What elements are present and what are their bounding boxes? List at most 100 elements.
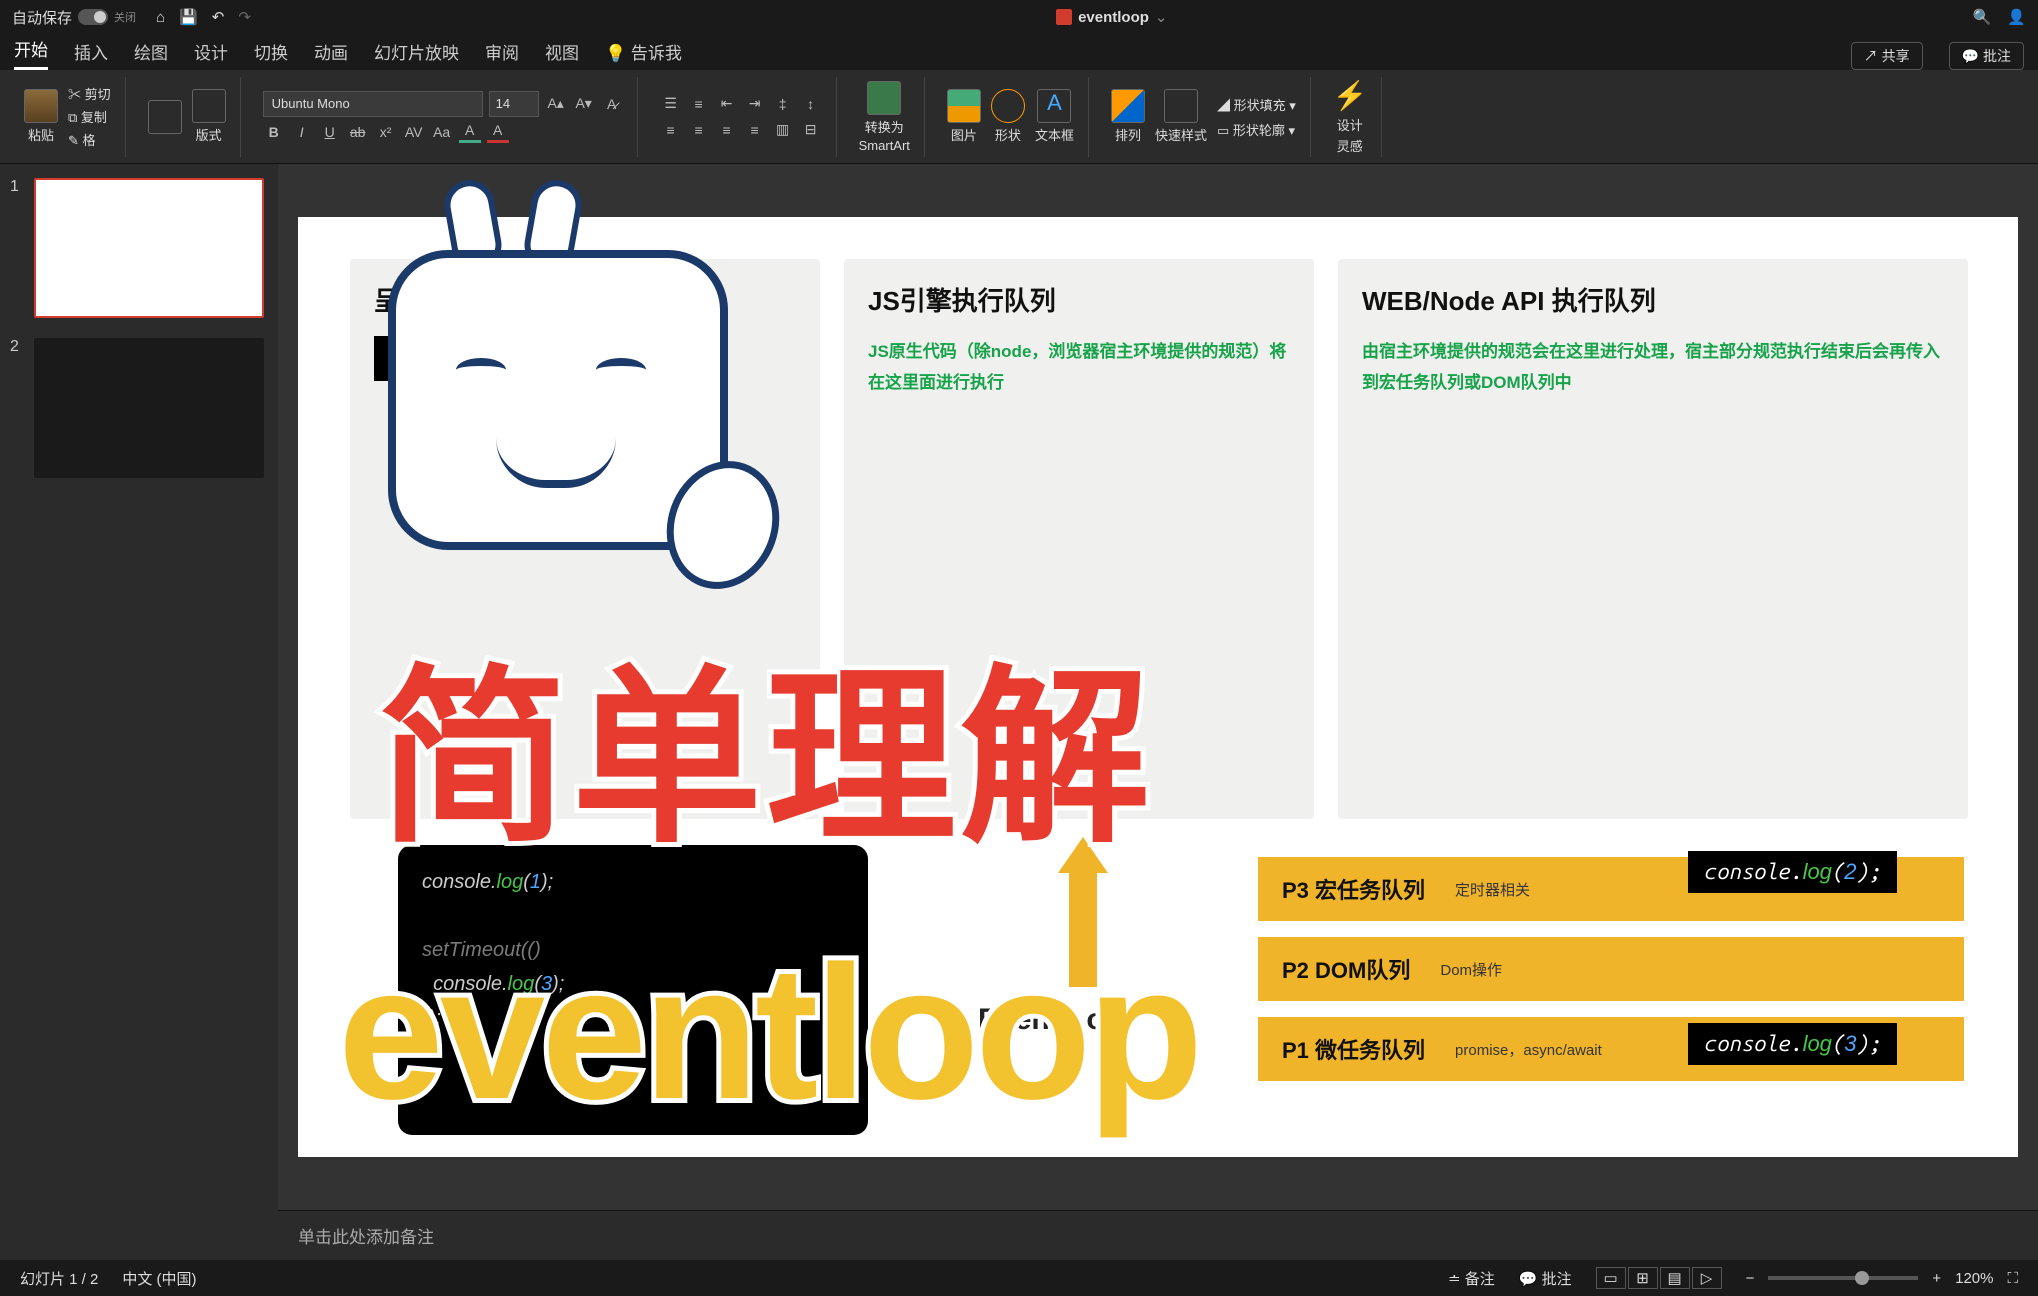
undo-icon[interactable]: ↶ — [212, 8, 225, 26]
subscript-button[interactable]: x² — [375, 121, 397, 143]
save-icon[interactable]: 💾 — [179, 8, 198, 26]
tab-animation[interactable]: 动画 — [314, 39, 348, 70]
notes-pane[interactable]: 单击此处添加备注 — [278, 1210, 2038, 1260]
format-painter-button[interactable]: ✎ 格 — [68, 130, 111, 149]
queue-micro-label: P1 微任务队列 — [1282, 1033, 1425, 1065]
queue-micro-hint: promise，async/await — [1455, 1039, 1602, 1060]
underline-button[interactable]: U — [319, 121, 341, 143]
bullets-button[interactable]: ☰ — [660, 93, 682, 115]
columns-button[interactable]: ▥ — [772, 119, 794, 141]
layout-button[interactable]: 版式 — [192, 89, 226, 144]
tab-transition[interactable]: 切换 — [254, 39, 288, 70]
slide-thumbnails-panel: 1 2 — [0, 164, 278, 1260]
tab-tellme[interactable]: 💡 告诉我 — [605, 39, 682, 70]
font-size-select[interactable]: 14 — [489, 91, 539, 117]
panel-js-text: JS原生代码（除node，浏览器宿主环境提供的规范）将在这里面进行执行 — [868, 336, 1290, 399]
view-reading-icon[interactable]: ▤ — [1660, 1267, 1690, 1289]
search-icon[interactable]: 🔍 — [1973, 8, 1992, 26]
notes-toggle[interactable]: ≐ 备注 — [1448, 1268, 1495, 1289]
clipboard-icon — [24, 89, 58, 123]
tab-slideshow[interactable]: 幻灯片放映 — [374, 39, 459, 70]
justify-button[interactable]: ≡ — [744, 119, 766, 141]
account-icon[interactable]: 👤 — [2007, 8, 2026, 26]
queue-dom[interactable]: P2 DOM队列 Dom操作 — [1258, 937, 1964, 1001]
tab-review[interactable]: 审阅 — [485, 39, 519, 70]
shape-fill-button[interactable]: ◢ 形状填充 ▾ — [1217, 95, 1296, 114]
shapes-button[interactable]: 形状 — [991, 89, 1025, 144]
indent-right-button[interactable]: ⇥ — [744, 93, 766, 115]
paste-button[interactable]: 粘贴 — [24, 89, 58, 144]
language-indicator[interactable]: 中文 (中国) — [122, 1268, 196, 1289]
zoom-out-button[interactable]: − — [1746, 1270, 1755, 1287]
align-left-button[interactable]: ≡ — [660, 119, 682, 141]
picture-button[interactable]: 图片 — [947, 89, 981, 144]
view-sorter-icon[interactable]: ⊞ — [1628, 1267, 1658, 1289]
toggle-icon — [78, 9, 108, 25]
document-icon — [1056, 9, 1072, 25]
italic-button[interactable]: I — [291, 121, 313, 143]
align-right-button[interactable]: ≡ — [716, 119, 738, 141]
queue-dom-hint: Dom操作 — [1440, 959, 1502, 980]
zoom-level[interactable]: 120% — [1955, 1270, 1993, 1287]
chevron-down-icon[interactable]: ⌄ — [1155, 8, 1168, 26]
share-button[interactable]: ↗ 共享 — [1851, 42, 1923, 70]
font-color-button[interactable]: A — [487, 121, 509, 143]
document-title: eventloop — [1078, 9, 1149, 26]
design-ideas-button[interactable]: ⚡设计灵感 — [1333, 79, 1367, 155]
home-icon[interactable]: ⌂ — [156, 9, 165, 26]
clear-format-icon[interactable]: A̷ — [601, 93, 623, 115]
quick-styles-button[interactable]: 快速样式 — [1155, 89, 1207, 144]
slide-thumbnail-1[interactable] — [34, 178, 264, 318]
autosave-toggle[interactable]: 自动保存 关闭 — [12, 7, 136, 28]
smartart-button[interactable]: 转换为SmartArt — [859, 81, 910, 153]
decrease-font-icon[interactable]: A▾ — [573, 93, 595, 115]
text-direction-button[interactable]: ↕ — [800, 93, 822, 115]
panel-web-text: 由宿主环境提供的规范会在这里进行处理，宿主部分规范执行结束后会再传入到宏任务队列… — [1362, 336, 1944, 399]
tab-insert[interactable]: 插入 — [74, 39, 108, 70]
indent-left-button[interactable]: ⇤ — [716, 93, 738, 115]
char-spacing-button[interactable]: AV — [403, 121, 425, 143]
thumb-number-2: 2 — [10, 338, 26, 478]
cut-button[interactable]: ✂ 剪切 — [68, 84, 111, 103]
textbox-button[interactable]: A文本框 — [1035, 89, 1074, 144]
status-bar: 幻灯片 1 / 2 中文 (中国) ≐ 备注 💬 批注 ▭ ⊞ ▤ ▷ − + … — [0, 1260, 2038, 1296]
fit-window-icon[interactable]: ⛶ — [2007, 1270, 2018, 1287]
arrange-button[interactable]: 排列 — [1111, 89, 1145, 144]
queue-dom-label: P2 DOM队列 — [1282, 953, 1410, 985]
zoom-in-button[interactable]: + — [1932, 1270, 1941, 1287]
comments-button[interactable]: 💬 批注 — [1949, 42, 2024, 70]
bold-button[interactable]: B — [263, 121, 285, 143]
redo-icon[interactable]: ↷ — [238, 8, 251, 26]
view-slideshow-icon[interactable]: ▷ — [1692, 1267, 1722, 1289]
align-center-button[interactable]: ≡ — [688, 119, 710, 141]
panel-web-api[interactable]: WEB/Node API 执行队列 由宿主环境提供的规范会在这里进行处理，宿主部… — [1338, 259, 1968, 819]
shape-outline-button[interactable]: ▭ 形状轮廓 ▾ — [1217, 120, 1296, 139]
picture-icon — [947, 89, 981, 123]
shapes-icon — [991, 89, 1025, 123]
new-slide-button[interactable] — [148, 100, 182, 134]
font-name-select[interactable]: Ubuntu Mono — [263, 91, 483, 117]
comments-toggle[interactable]: 💬 批注 — [1519, 1268, 1572, 1289]
highlight-button[interactable]: A — [459, 121, 481, 143]
slide-thumbnail-2[interactable] — [34, 338, 264, 478]
queue-macro-hint: 定时器相关 — [1455, 879, 1530, 900]
tab-start[interactable]: 开始 — [14, 36, 48, 70]
tab-design[interactable]: 设计 — [194, 39, 228, 70]
smartart-icon — [867, 81, 901, 115]
change-case-button[interactable]: Aa — [431, 121, 453, 143]
tab-draw[interactable]: 绘图 — [134, 39, 168, 70]
strike-button[interactable]: ab — [347, 121, 369, 143]
slide-canvas[interactable]: 呈现结果 console.log(1); JS引擎执行队列 JS原生代码（除no… — [278, 164, 2038, 1210]
ribbon-tabs: 开始 插入 绘图 设计 切换 动画 幻灯片放映 审阅 视图 💡 告诉我 ↗ 共享… — [0, 34, 2038, 70]
align-vert-button[interactable]: ⊟ — [800, 119, 822, 141]
slide-indicator[interactable]: 幻灯片 1 / 2 — [20, 1268, 98, 1289]
copy-button[interactable]: ⧉ 复制 — [68, 107, 111, 126]
increase-font-icon[interactable]: A▴ — [545, 93, 567, 115]
zoom-slider[interactable] — [1768, 1276, 1918, 1280]
thumb-number-1: 1 — [10, 178, 26, 318]
tab-view[interactable]: 视图 — [545, 39, 579, 70]
line-spacing-button[interactable]: ‡ — [772, 93, 794, 115]
view-normal-icon[interactable]: ▭ — [1596, 1267, 1626, 1289]
notes-placeholder: 单击此处添加备注 — [298, 1228, 434, 1247]
numbering-button[interactable]: ≡ — [688, 93, 710, 115]
